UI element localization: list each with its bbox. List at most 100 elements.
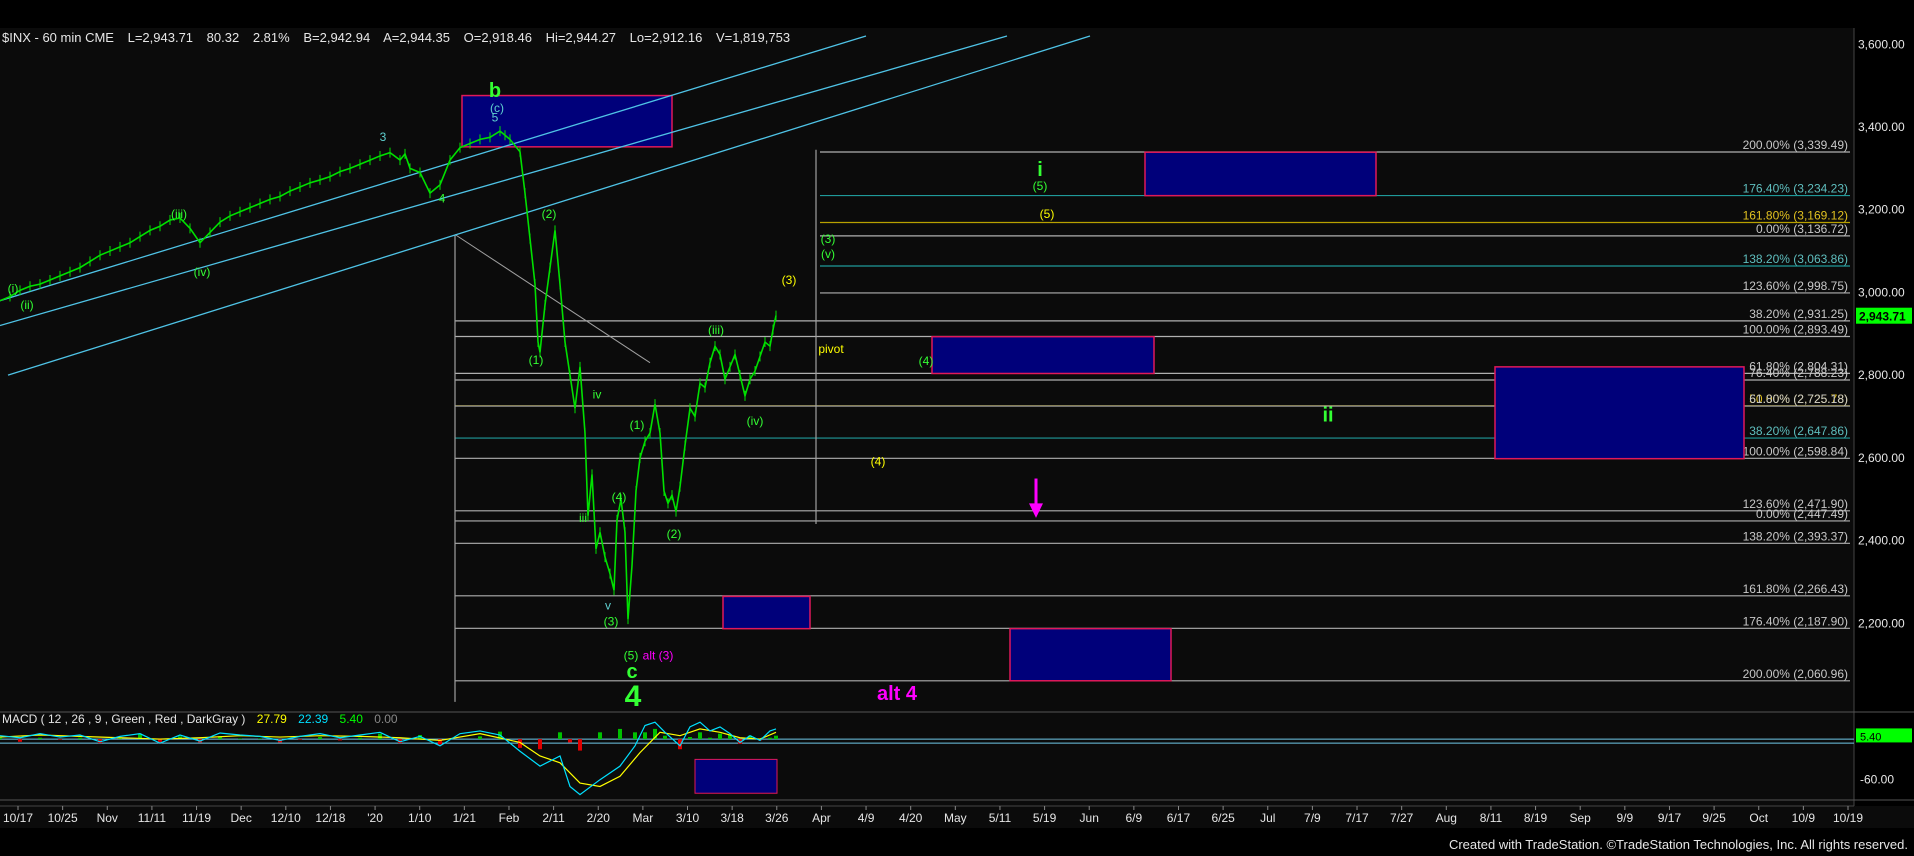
macd-hist-bar	[538, 739, 542, 750]
macd-value-3: 5.40	[340, 712, 364, 726]
x-tick-label: 1/10	[408, 811, 432, 825]
macd-y-tick: -60.00	[1860, 773, 1894, 787]
wave-label: (iv)	[194, 265, 211, 279]
x-tick-label: May	[944, 811, 967, 825]
wave-label: (iii)	[171, 207, 187, 221]
fib-label: 176.40% (3,234.23)	[1743, 182, 1848, 196]
macd-hist-bar	[718, 733, 722, 740]
macd-hist-bar	[58, 739, 62, 740]
price-chart[interactable]: 200.00% (3,339.49) 176.40% (3,234.23) 161.…	[0, 0, 1914, 856]
high-label: Hi=2,944.27	[546, 30, 616, 45]
x-tick-label: 4/20	[899, 811, 923, 825]
macd-hist-bar	[338, 739, 342, 741]
macd-hist-bar	[578, 739, 582, 751]
y-tick-label: 2,600.00	[1858, 451, 1905, 465]
macd-hist-bar	[633, 732, 637, 740]
fib-label: 0.00% (3,136.72)	[1756, 222, 1848, 236]
x-tick-label: 11/19	[182, 811, 211, 825]
last-price-label: 2,943.71	[1859, 310, 1906, 324]
wave-label: alt (3)	[643, 649, 674, 663]
x-tick-label: 12/10	[271, 811, 301, 825]
box-wave-i	[1144, 151, 1377, 197]
wave-label: (iii)	[708, 323, 724, 337]
pct-label: 2.81%	[253, 30, 290, 45]
wave-label: (iv)	[747, 414, 764, 428]
y-tick-label: 3,000.00	[1858, 285, 1905, 299]
wave-label: (v)	[821, 247, 835, 261]
y-tick-label: 2,800.00	[1858, 368, 1905, 382]
macd-hist-bar	[318, 737, 322, 740]
wave-label: (2)	[542, 207, 557, 221]
fib-label: 200.00% (2,060.96)	[1743, 667, 1848, 681]
macd-value-4: 0.00	[374, 712, 398, 726]
wave-label: (3)	[604, 614, 619, 628]
x-tick-label: 9/9	[1616, 811, 1633, 825]
box-wave-c-low	[722, 595, 811, 630]
wave-label: iv	[593, 388, 602, 402]
macd-hist-bar	[708, 737, 712, 740]
fib-label: 161.80% (3,169.12)	[1743, 208, 1848, 222]
x-tick-label: Oct	[1749, 811, 1768, 825]
macd-hist-bar	[478, 736, 482, 740]
macd-hist-bar	[598, 732, 602, 740]
x-tick-label: 8/19	[1524, 811, 1548, 825]
x-tick-label: 3/26	[765, 811, 789, 825]
macd-hist-bar	[378, 733, 382, 740]
low-label: Lo=2,912.16	[630, 30, 703, 45]
x-tick-label: 7/9	[1304, 811, 1321, 825]
wave-label: (4)	[919, 354, 934, 368]
last-label: L=2,943.71	[128, 30, 193, 45]
x-tick-label: Sep	[1570, 811, 1592, 825]
x-tick-label: 2/20	[587, 811, 611, 825]
macd-hist-bar	[618, 728, 622, 740]
y-tick-label: 2,400.00	[1858, 534, 1905, 548]
wave-label: (2)	[667, 527, 682, 541]
x-tick-label: 11/11	[138, 811, 167, 825]
bid-label: B=2,942.94	[303, 30, 370, 45]
fib-label: 200.00% (3,339.49)	[1743, 138, 1848, 152]
macd-hist-bar	[18, 739, 22, 742]
x-tick-label: 10/25	[48, 811, 78, 825]
macd-hist-bar	[238, 738, 242, 740]
wave-label: (ii)	[20, 298, 33, 312]
fib-label: 100.00% (2,598.84)	[1743, 444, 1848, 458]
fib-label: 76.40% (2,788.23)	[1749, 366, 1848, 380]
macd-current-label: 5.40	[1860, 731, 1881, 743]
wave-label: alt 4	[877, 683, 918, 705]
fib-label: 38.20% (2,931.25)	[1749, 307, 1848, 321]
wave-label: (1)	[529, 353, 544, 367]
wave-label: 3	[380, 130, 387, 144]
x-tick-label: 12/18	[315, 811, 345, 825]
macd-hist-bar	[643, 732, 647, 740]
wave-label: 5	[492, 111, 499, 125]
wave-label: ii	[1322, 404, 1333, 426]
fib-label: 0.00% (2,447.49)	[1756, 507, 1848, 521]
y-tick-label: 3,600.00	[1858, 37, 1905, 51]
wave-label: (5)	[1040, 207, 1055, 221]
y-axis-bg	[1854, 28, 1914, 828]
macd-hist-bar	[38, 737, 42, 740]
macd-box	[694, 758, 778, 794]
x-tick-label: 6/25	[1211, 811, 1235, 825]
wave-label: i	[1037, 159, 1043, 181]
y-tick-label: 3,200.00	[1858, 203, 1905, 217]
x-tick-label: 10/19	[1833, 811, 1863, 825]
x-tick-label: 10/17	[3, 811, 33, 825]
fib-label: 176.40% (2,187.90)	[1743, 614, 1848, 628]
macd-hist-bar	[78, 737, 82, 740]
macd-hist-bar	[688, 737, 692, 740]
x-tick-label: Dec	[230, 811, 251, 825]
macd-hist-bar	[768, 737, 772, 740]
wave-label: (3)	[821, 232, 836, 246]
change-label: 80.32	[207, 30, 240, 45]
wave-label: pivot	[818, 342, 844, 356]
wave-label: iii	[579, 511, 587, 525]
wave-label: 4	[439, 191, 446, 205]
y-tick-label: 2,200.00	[1858, 616, 1905, 630]
x-tick-label: 4/9	[858, 811, 875, 825]
wave-label: (3)	[782, 273, 797, 287]
macd-hist-bar	[258, 738, 262, 740]
wave-label: (4)	[871, 454, 886, 468]
macd-label: MACD ( 12 , 26 , 9 , Green , Red , DarkG…	[2, 712, 245, 726]
footer-credit: Created with TradeStation. ©TradeStation…	[1448, 837, 1908, 852]
